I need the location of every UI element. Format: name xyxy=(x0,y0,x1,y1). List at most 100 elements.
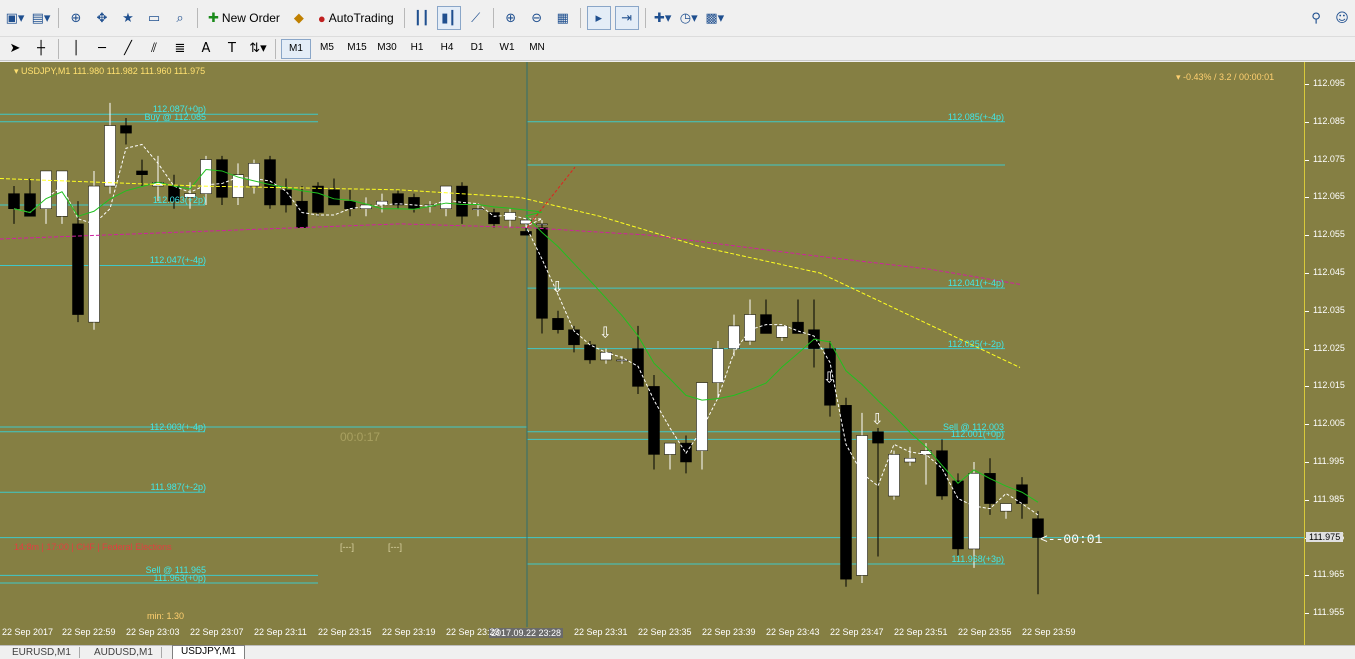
equidistant-channel-icon[interactable]: ⫽ xyxy=(143,38,165,60)
time-tick: 22 Sep 23:03 xyxy=(126,627,180,637)
info-box-2: [---] xyxy=(388,542,402,552)
chart-tabs: EURUSD,M1 AUDUSD,M1 USDJPY,M1 xyxy=(0,645,1355,659)
timeframe-d1[interactable]: D1 xyxy=(463,39,491,57)
cursor-icon[interactable]: ➤ xyxy=(4,38,26,60)
candle-body xyxy=(296,200,308,228)
vertical-line-icon[interactable]: │ xyxy=(65,38,87,60)
timeframe-mn[interactable]: MN xyxy=(523,39,551,57)
timeframe-m1[interactable]: M1 xyxy=(281,38,311,59)
arrows-icon[interactable]: ⇅▾ xyxy=(247,38,269,60)
new-chart-icon[interactable]: ▣▾ xyxy=(4,7,26,29)
templates-icon[interactable]: ▩▾ xyxy=(704,7,726,29)
candle-body xyxy=(344,200,356,209)
level-label: 112.063(+2p) xyxy=(152,194,206,205)
time-tick: 22 Sep 23:59 xyxy=(1022,627,1076,637)
price-tick: 111.985 xyxy=(1304,493,1345,504)
profiles-icon[interactable]: ▤▾ xyxy=(30,7,52,29)
candle-body xyxy=(472,208,484,210)
autotrading-button[interactable]: ● AutoTrading xyxy=(314,7,398,29)
candle-body xyxy=(120,125,132,134)
strategy-tester-icon[interactable]: ⌕ xyxy=(169,7,191,29)
news-event: 14:8m | 17:00 | CHF | Federal Elections xyxy=(14,542,172,552)
terminal-icon[interactable]: ▭ xyxy=(143,7,165,29)
price-tick: 112.055 xyxy=(1305,229,1345,240)
level-label: 112.047(+-4p) xyxy=(149,255,206,266)
price-tick: 112.015 xyxy=(1305,380,1345,391)
level-label: 112.001(+0p) xyxy=(950,429,1004,440)
candle-body xyxy=(600,352,612,361)
price-tick: 111.955 xyxy=(1304,607,1345,618)
timeframe-h4[interactable]: H4 xyxy=(433,39,461,57)
chart-tab[interactable]: AUDUSD,M1 xyxy=(86,647,162,658)
timeframe-w1[interactable]: W1 xyxy=(493,39,521,57)
chart-canvas: ⇩ ⇩ ⇩ ⇩ xyxy=(0,62,1304,627)
level-label: Buy @ 112.085 xyxy=(144,111,206,122)
price-tick: 111.995 xyxy=(1304,456,1345,466)
price-tick: 112.035 xyxy=(1305,304,1345,315)
chart-header: ▾ USDJPY,M1 111.980 111.982 111.960 111.… xyxy=(14,66,206,76)
candle-body xyxy=(664,442,676,455)
candle-body xyxy=(488,212,500,225)
price-tick: 112.005 xyxy=(1305,418,1345,429)
periods-icon[interactable]: ◷▾ xyxy=(678,7,700,29)
new-order-icon: ✚ xyxy=(208,10,219,25)
candle-body xyxy=(904,457,916,463)
data-window-icon[interactable]: ✥ xyxy=(91,7,113,29)
auto-scroll-icon[interactable]: ▸ xyxy=(586,6,611,30)
timeframe-m5[interactable]: M5 xyxy=(313,39,341,57)
candlestick-icon[interactable]: ▮┃ xyxy=(436,6,461,30)
chart-tab[interactable]: EURUSD,M1 xyxy=(4,647,80,658)
candle-body xyxy=(568,329,580,346)
timeframe-h1[interactable]: H1 xyxy=(403,39,431,57)
candle-body xyxy=(696,382,708,451)
bar-chart-icon[interactable]: ┃┃ xyxy=(411,7,433,29)
crosshair-icon[interactable]: ┼ xyxy=(30,38,52,60)
chart-area[interactable]: ⇩ ⇩ ⇩ ⇩ ▾ USDJPY,M1 111.980 111.982 111.960… xyxy=(0,62,1304,645)
navigator-icon[interactable]: ★ xyxy=(117,7,139,29)
sell-arrow-icon: ⇩ xyxy=(599,323,612,341)
indicators-icon[interactable]: ✚▾ xyxy=(652,7,674,29)
level-label: 111.968(+3p) xyxy=(951,554,1004,565)
trendline-icon[interactable]: ╱ xyxy=(117,38,139,60)
sell-arrow-icon: ⇩ xyxy=(871,410,884,428)
fibonacci-icon[interactable]: ≣ xyxy=(169,38,191,60)
metaeditor-icon[interactable]: ◆ xyxy=(288,7,310,29)
zoom-in-icon[interactable]: ⊕ xyxy=(500,7,522,29)
toolbar-separator xyxy=(197,8,198,28)
candle-body xyxy=(984,473,996,504)
price-tick: 111.965 xyxy=(1304,569,1345,580)
time-tick: 22 Sep 23:11 xyxy=(254,627,307,637)
candle-body xyxy=(776,325,788,338)
candle-body xyxy=(408,197,420,209)
min-label: min: 1.30 xyxy=(147,611,185,621)
level-label: 112.085(+-4p) xyxy=(947,111,1004,122)
toolbar-separator xyxy=(403,8,405,28)
text-icon[interactable]: A xyxy=(195,38,217,60)
tile-windows-icon[interactable]: ▦ xyxy=(552,7,574,29)
text-label-icon[interactable]: T xyxy=(221,38,243,60)
new-order-button[interactable]: ✚ New Order xyxy=(204,7,284,29)
current-price-badge: 111.975 xyxy=(1306,531,1344,542)
chat-icon[interactable]: ☺ xyxy=(1331,7,1353,29)
time-tick: 22 Sep 22:59 xyxy=(62,627,116,637)
time-tick: 22 Sep 23:07 xyxy=(190,627,244,637)
time-tick: 22 Sep 23:15 xyxy=(318,627,372,637)
timeframe-m15[interactable]: M15 xyxy=(343,39,371,57)
zoom-out-icon[interactable]: ⊖ xyxy=(526,7,548,29)
timeframe-m30[interactable]: M30 xyxy=(373,39,401,57)
search-icon[interactable]: ⚲ xyxy=(1305,7,1327,29)
candle-body xyxy=(648,386,660,455)
candle-body xyxy=(8,193,20,209)
line-chart-icon[interactable]: ⟋ xyxy=(465,7,487,29)
time-tick: 22 Sep 23:47 xyxy=(830,627,884,637)
candle-body xyxy=(40,170,52,209)
sell-arrow-icon: ⇩ xyxy=(823,369,836,387)
chart-shift-icon[interactable]: ⇥ xyxy=(614,6,639,30)
market-watch-icon[interactable]: ⊕ xyxy=(65,7,87,29)
candle-body xyxy=(104,125,116,187)
horizontal-line-icon[interactable]: ─ xyxy=(91,38,113,60)
candle-body xyxy=(744,314,756,342)
price-tick: 112.085 xyxy=(1305,115,1345,126)
candle-body xyxy=(280,189,292,206)
ma-slow-line xyxy=(0,178,1021,368)
